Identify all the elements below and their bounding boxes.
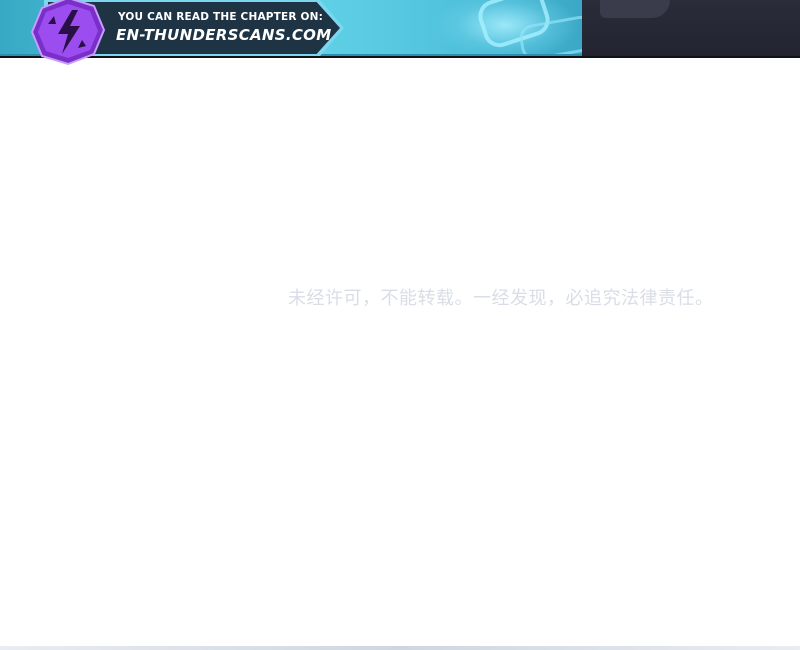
copyright-notice: 未经许可，不能转载。一经发现，必追究法律责任。 <box>288 288 714 309</box>
comic-page: YOU CAN READ THE CHAPTER ON: EN-THUNDERS… <box>0 0 800 650</box>
watermark-site-link[interactable]: EN-THUNDERSCANS.COM <box>116 26 331 44</box>
panel-border <box>0 56 800 58</box>
watermark-read-label: YOU CAN READ THE CHAPTER ON: <box>118 11 324 23</box>
panel-art-shadow <box>600 0 670 18</box>
lightning-bolt-icon <box>30 0 106 66</box>
page-bottom-edge <box>0 646 800 650</box>
